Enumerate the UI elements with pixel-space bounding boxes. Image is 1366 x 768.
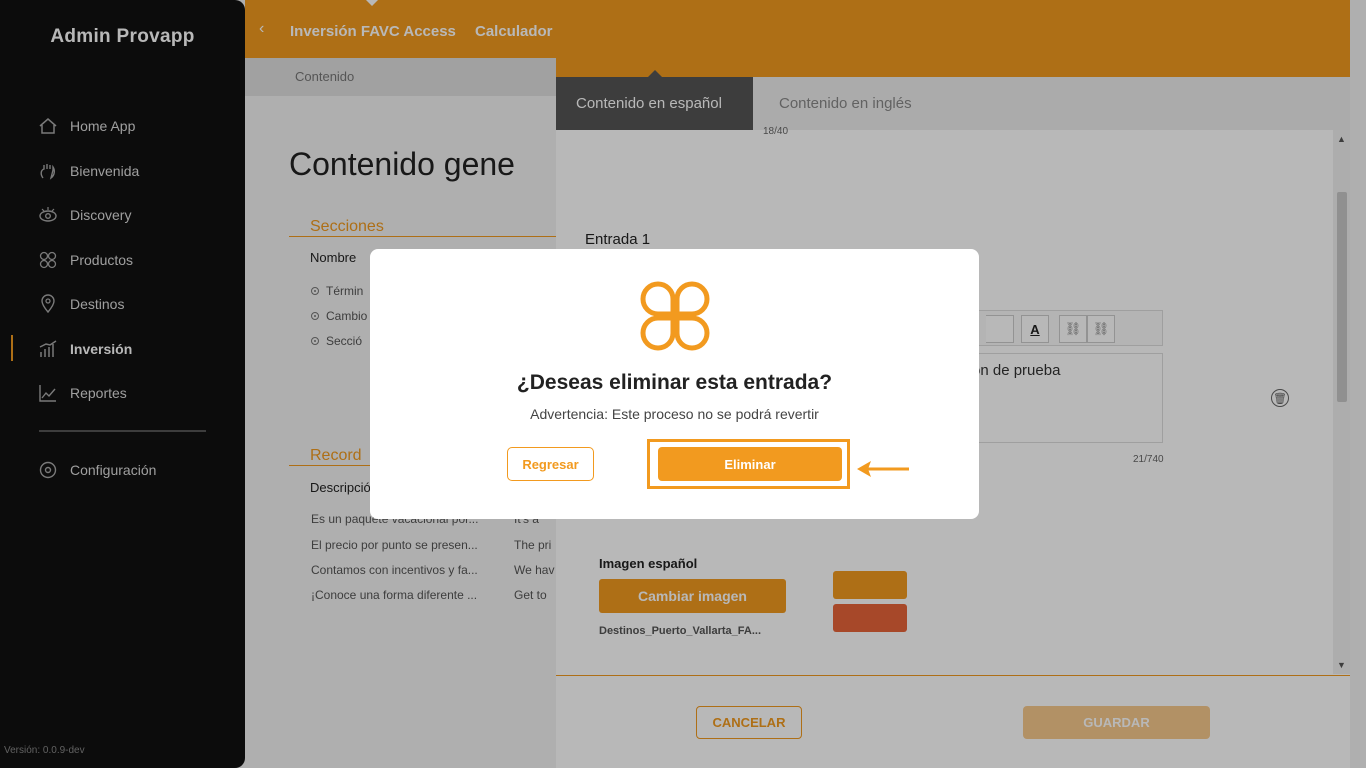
back-button[interactable]: Regresar bbox=[507, 447, 594, 481]
dialog-warning: Advertencia: Este proceso no se podrá re… bbox=[530, 406, 819, 422]
delete-button[interactable]: Eliminar bbox=[658, 447, 842, 481]
arrow-left-icon bbox=[857, 461, 909, 477]
dialog-title: ¿Deseas eliminar esta entrada? bbox=[516, 371, 833, 394]
clover-logo-icon bbox=[640, 281, 710, 351]
